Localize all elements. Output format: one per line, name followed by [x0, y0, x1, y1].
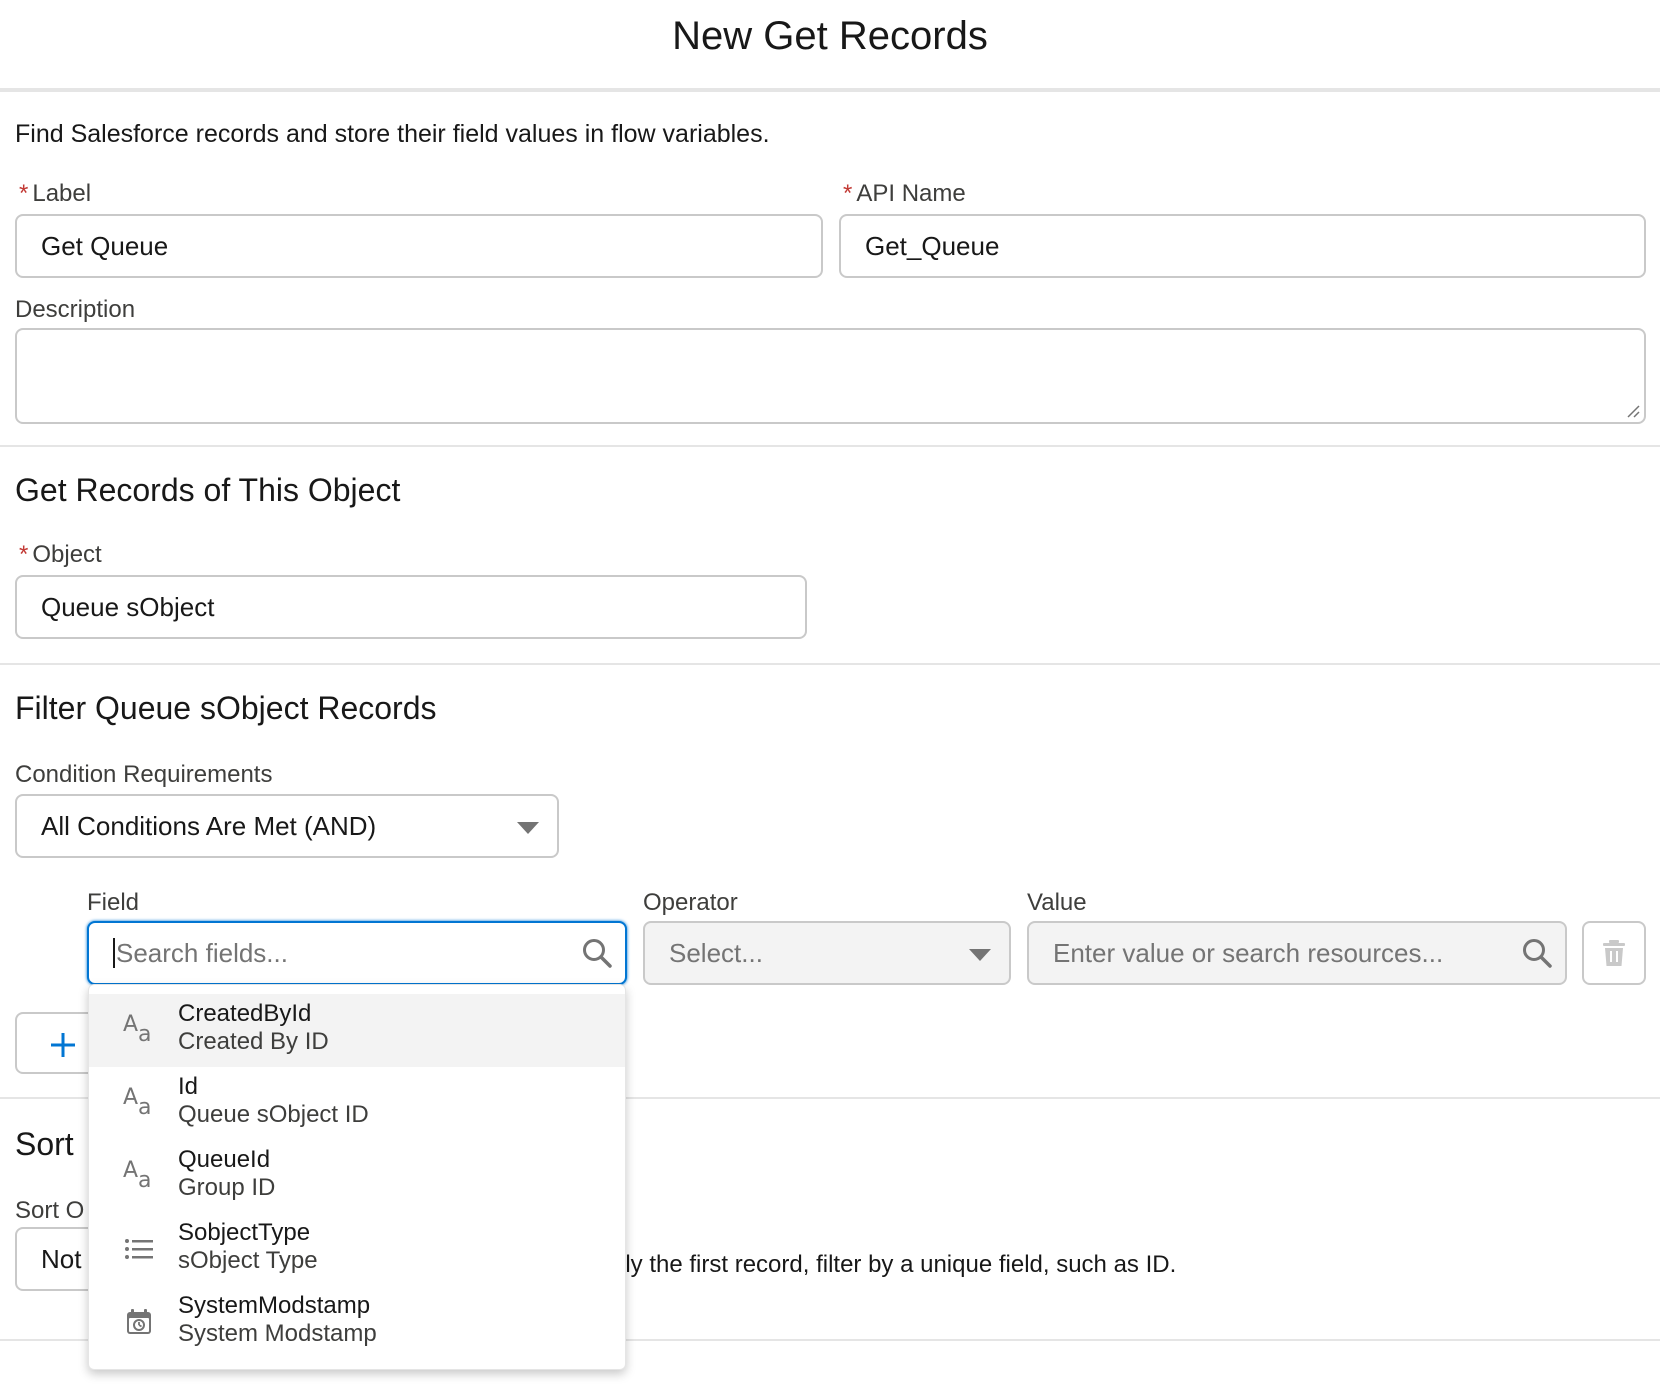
chevron-down-icon: [969, 949, 991, 961]
modal-header: New Get Records: [0, 0, 1660, 92]
section-divider: [0, 663, 1660, 665]
text-icon: Aa: [123, 1158, 152, 1193]
required-marker: *: [19, 541, 29, 568]
text-icon: Aa: [123, 1012, 152, 1047]
modal-title: New Get Records: [672, 14, 988, 58]
label-field-label: * Label: [19, 180, 92, 207]
intro-text: Find Salesforce records and store their …: [15, 120, 770, 148]
api-name-field-label: * API Name: [843, 180, 966, 207]
section-divider: [0, 445, 1660, 447]
text-icon: Aa: [123, 1085, 152, 1120]
label-input[interactable]: Get Queue: [15, 214, 823, 278]
search-icon: [583, 939, 612, 968]
field-label: Field: [87, 889, 140, 916]
trash-icon: [1603, 940, 1625, 966]
sort-help-text: nly the first record, filter by a unique…: [612, 1251, 1177, 1278]
api-name-input[interactable]: Get_Queue: [839, 214, 1646, 278]
object-section-title: Get Records of This Object: [15, 472, 401, 508]
value-label: Value: [1027, 889, 1087, 916]
required-marker: *: [19, 180, 29, 207]
field-search-input[interactable]: Search fields...: [87, 921, 627, 985]
add-icon: [51, 1033, 75, 1057]
sort-section-title: Sort: [15, 1126, 74, 1162]
field-option-createdbyid[interactable]: Aa CreatedById Created By ID: [89, 994, 625, 1067]
text-cursor: [113, 938, 115, 968]
operator-select[interactable]: Select...: [643, 921, 1011, 985]
search-icon: [1523, 939, 1552, 968]
picklist-icon: [123, 1233, 155, 1265]
sort-order-label: Sort O: [15, 1197, 85, 1224]
datetime-icon: [123, 1306, 155, 1338]
condition-requirements-select[interactable]: All Conditions Are Met (AND): [15, 794, 559, 858]
description-label: Description: [15, 296, 136, 323]
chevron-down-icon: [517, 822, 539, 834]
field-option-systemmodstamp[interactable]: SystemModstamp System Modstamp: [89, 1286, 625, 1359]
field-option-queueid[interactable]: Aa QueueId Group ID: [89, 1140, 625, 1213]
field-dropdown-listbox: Aa CreatedById Created By ID Aa Id Queue…: [88, 984, 626, 1370]
field-option-sobjecttype[interactable]: SobjectType sObject Type: [89, 1213, 625, 1286]
operator-label: Operator: [643, 889, 738, 916]
value-search-input[interactable]: Enter value or search resources...: [1027, 921, 1567, 985]
description-textarea[interactable]: [15, 328, 1646, 424]
required-marker: *: [843, 180, 853, 207]
filter-section-title: Filter Queue sObject Records: [15, 690, 437, 726]
resize-handle-icon[interactable]: [1624, 402, 1640, 418]
delete-condition-button[interactable]: [1582, 921, 1646, 985]
object-field-label: * Object: [19, 541, 102, 568]
field-option-id[interactable]: Aa Id Queue sObject ID: [89, 1067, 625, 1140]
condition-requirements-label: Condition Requirements: [15, 761, 273, 788]
object-input[interactable]: Queue sObject: [15, 575, 807, 639]
